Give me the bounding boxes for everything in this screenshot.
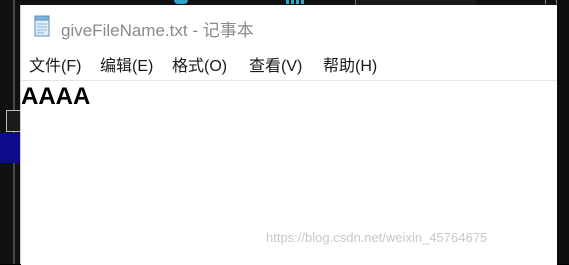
background-resize-handle[interactable] bbox=[6, 110, 20, 132]
editor-content[interactable]: AAAA bbox=[21, 83, 90, 111]
menu-edit[interactable]: 编辑(E) bbox=[99, 52, 154, 76]
notepad-window: giveFileName.txt - 记事本 文件(F) 编辑(E) 格式(O)… bbox=[20, 5, 557, 265]
menu-format[interactable]: 格式(O) bbox=[171, 52, 228, 76]
menu-help[interactable]: 帮助(H) bbox=[322, 52, 378, 76]
menu-bar: 文件(F) 编辑(E) 格式(O) 查看(V) 帮助(H) bbox=[21, 50, 557, 76]
window-title: giveFileName.txt - 记事本 bbox=[61, 21, 254, 40]
watermark: https://blog.csdn.net/weixin_45764675 bbox=[266, 230, 488, 245]
menu-file[interactable]: 文件(F) bbox=[28, 52, 82, 76]
background-divider bbox=[13, 0, 15, 264]
menu-view[interactable]: 查看(V) bbox=[248, 52, 303, 76]
background-control bbox=[545, 0, 557, 4]
background-window-right bbox=[557, 0, 569, 264]
background-icon bbox=[174, 0, 188, 4]
background-selection-highlight bbox=[0, 133, 20, 163]
background-icon-bars bbox=[286, 0, 304, 4]
notepad-icon[interactable] bbox=[33, 15, 51, 37]
title-bar[interactable]: giveFileName.txt - 记事本 bbox=[21, 5, 557, 45]
background-window-left bbox=[0, 0, 20, 264]
